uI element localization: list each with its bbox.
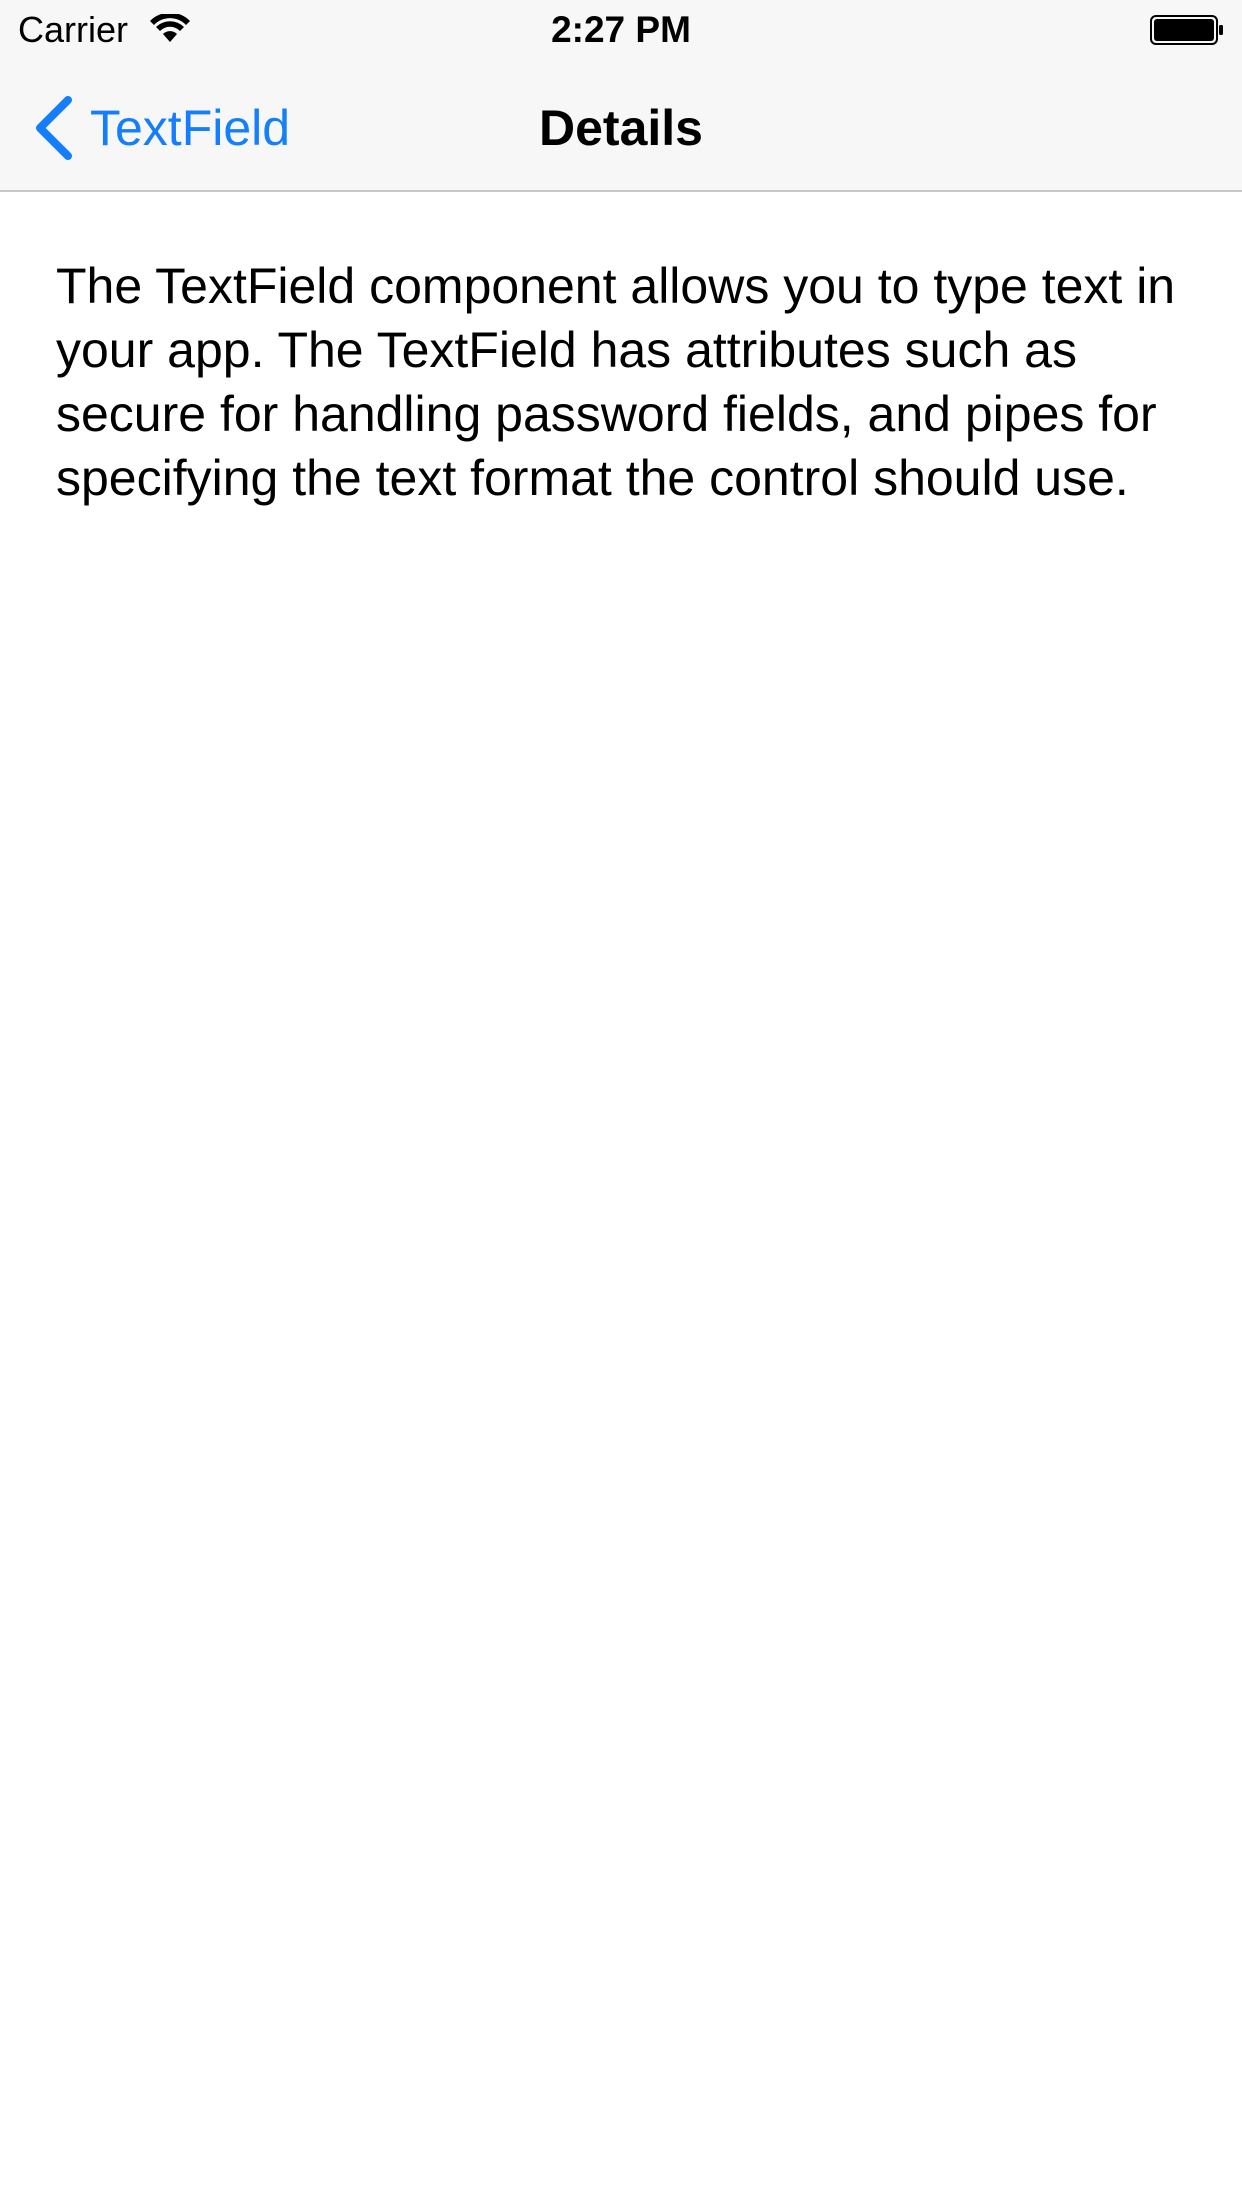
content-area: The TextField component allows you to ty… [56,254,1206,510]
description-text: The TextField component allows you to ty… [56,258,1176,506]
navigation-bar: TextField Details [0,60,1242,190]
page-title: Details [539,100,703,156]
battery-full-icon [1150,15,1223,45]
status-time: 2:27 PM [551,9,691,50]
details-screen: Carrier 2:27 PM TextField Details The Te… [0,0,1242,2208]
top-bar: Carrier 2:27 PM TextField Details [0,0,1242,192]
status-bar: Carrier 2:27 PM [0,0,1242,60]
